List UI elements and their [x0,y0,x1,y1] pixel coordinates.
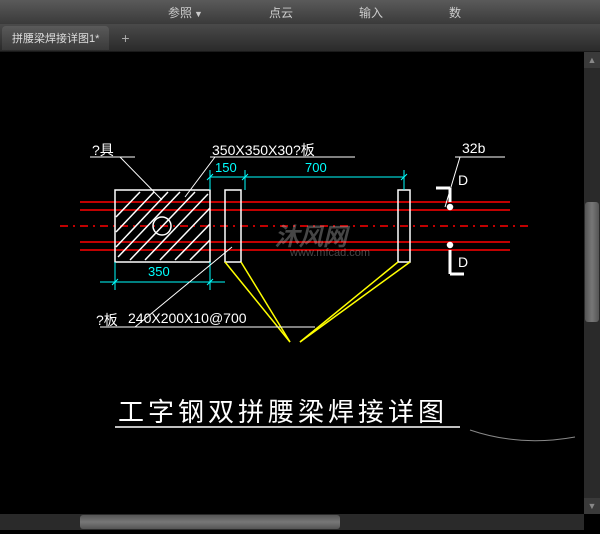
tab-active[interactable]: 拼腰梁焊接详图1* [2,26,109,50]
menu-reference[interactable]: 参照▼ [160,2,211,23]
cad-drawing [0,52,600,532]
dim-150: 150 [215,160,237,175]
scrollbar-horizontal[interactable] [0,514,584,530]
scroll-up-icon[interactable]: ▲ [584,52,600,68]
dim-350: 350 [148,264,170,279]
plus-icon: + [121,30,129,46]
tabbar: 拼腰梁焊接详图1* + [0,24,600,52]
label-bottom-plate-spec: 240X200X10@700 [128,310,247,326]
scroll-thumb-v[interactable] [585,202,599,322]
menu-data[interactable]: 数 [441,2,469,23]
drawing-title: 工字钢双拼腰梁焊接详图 [118,392,448,429]
label-plate-spec: 350X350X30?板 [212,140,315,160]
label-bottom-plate: ?板 [96,310,118,330]
menu-pointcloud[interactable]: 点云 [261,2,301,23]
label-beam: 32b [462,140,485,156]
dim-700: 700 [305,160,327,175]
scrollbar-vertical[interactable]: ▲ ▼ [584,52,600,514]
menu-input[interactable]: 输入 [351,2,391,23]
scroll-thumb-h[interactable] [80,515,340,529]
section-d-bot: D [458,254,468,270]
menubar: 参照▼ 点云 输入 数 [0,0,600,24]
scroll-down-icon[interactable]: ▼ [584,498,600,514]
drawing-canvas[interactable]: ?具 350X350X30?板 150 700 350 32b D D ?板 2… [0,52,600,534]
tab-label: 拼腰梁焊接详图1* [12,30,99,46]
section-d-top: D [458,172,468,188]
label-fixture: ?具 [92,140,114,160]
tab-add-button[interactable]: + [115,28,135,48]
